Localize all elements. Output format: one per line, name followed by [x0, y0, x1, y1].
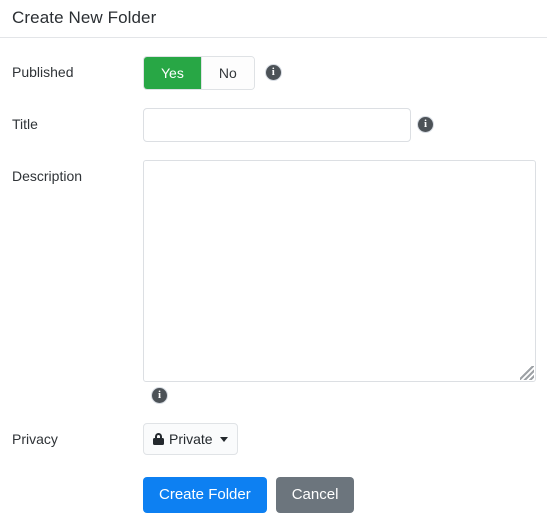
create-folder-button[interactable]: Create Folder [143, 477, 267, 513]
dialog-header: Create New Folder [0, 0, 547, 37]
published-no-button[interactable]: No [200, 57, 254, 89]
title-control-area: i [143, 108, 547, 142]
dialog-actions: Create Folder Cancel [0, 477, 547, 513]
field-row-privacy: Privacy Private [0, 423, 547, 455]
published-label: Published [12, 64, 74, 80]
published-info-icon[interactable]: i [265, 65, 281, 80]
title-info-icon[interactable]: i [418, 117, 433, 132]
description-help-row: i [0, 388, 547, 403]
privacy-selected-value: Private [169, 431, 213, 447]
description-info-icon[interactable]: i [152, 388, 167, 403]
create-new-folder-dialog: Create New Folder Published Yes No i Tit… [0, 0, 547, 530]
lock-icon [153, 433, 164, 445]
chevron-down-icon [219, 436, 228, 442]
description-control-area [143, 160, 547, 382]
description-textarea[interactable] [143, 160, 536, 382]
page-title: Create New Folder [12, 8, 157, 27]
published-control-area: Yes No i [143, 56, 547, 90]
privacy-label: Privacy [12, 431, 58, 447]
field-row-description: Description [0, 160, 547, 382]
cancel-button[interactable]: Cancel [275, 477, 355, 513]
field-row-published: Published Yes No i [0, 56, 547, 90]
privacy-dropdown[interactable]: Private [143, 423, 238, 455]
published-toggle-group[interactable]: Yes No [143, 56, 255, 90]
title-input[interactable] [143, 108, 411, 142]
description-textarea-wrap [143, 160, 536, 382]
folder-form: Published Yes No i Title i Description i… [0, 38, 547, 513]
published-yes-button[interactable]: Yes [144, 57, 201, 89]
description-label: Description [12, 168, 83, 184]
privacy-control-area: Private [143, 423, 547, 455]
field-row-title: Title i [0, 108, 547, 142]
title-label: Title [12, 116, 38, 132]
